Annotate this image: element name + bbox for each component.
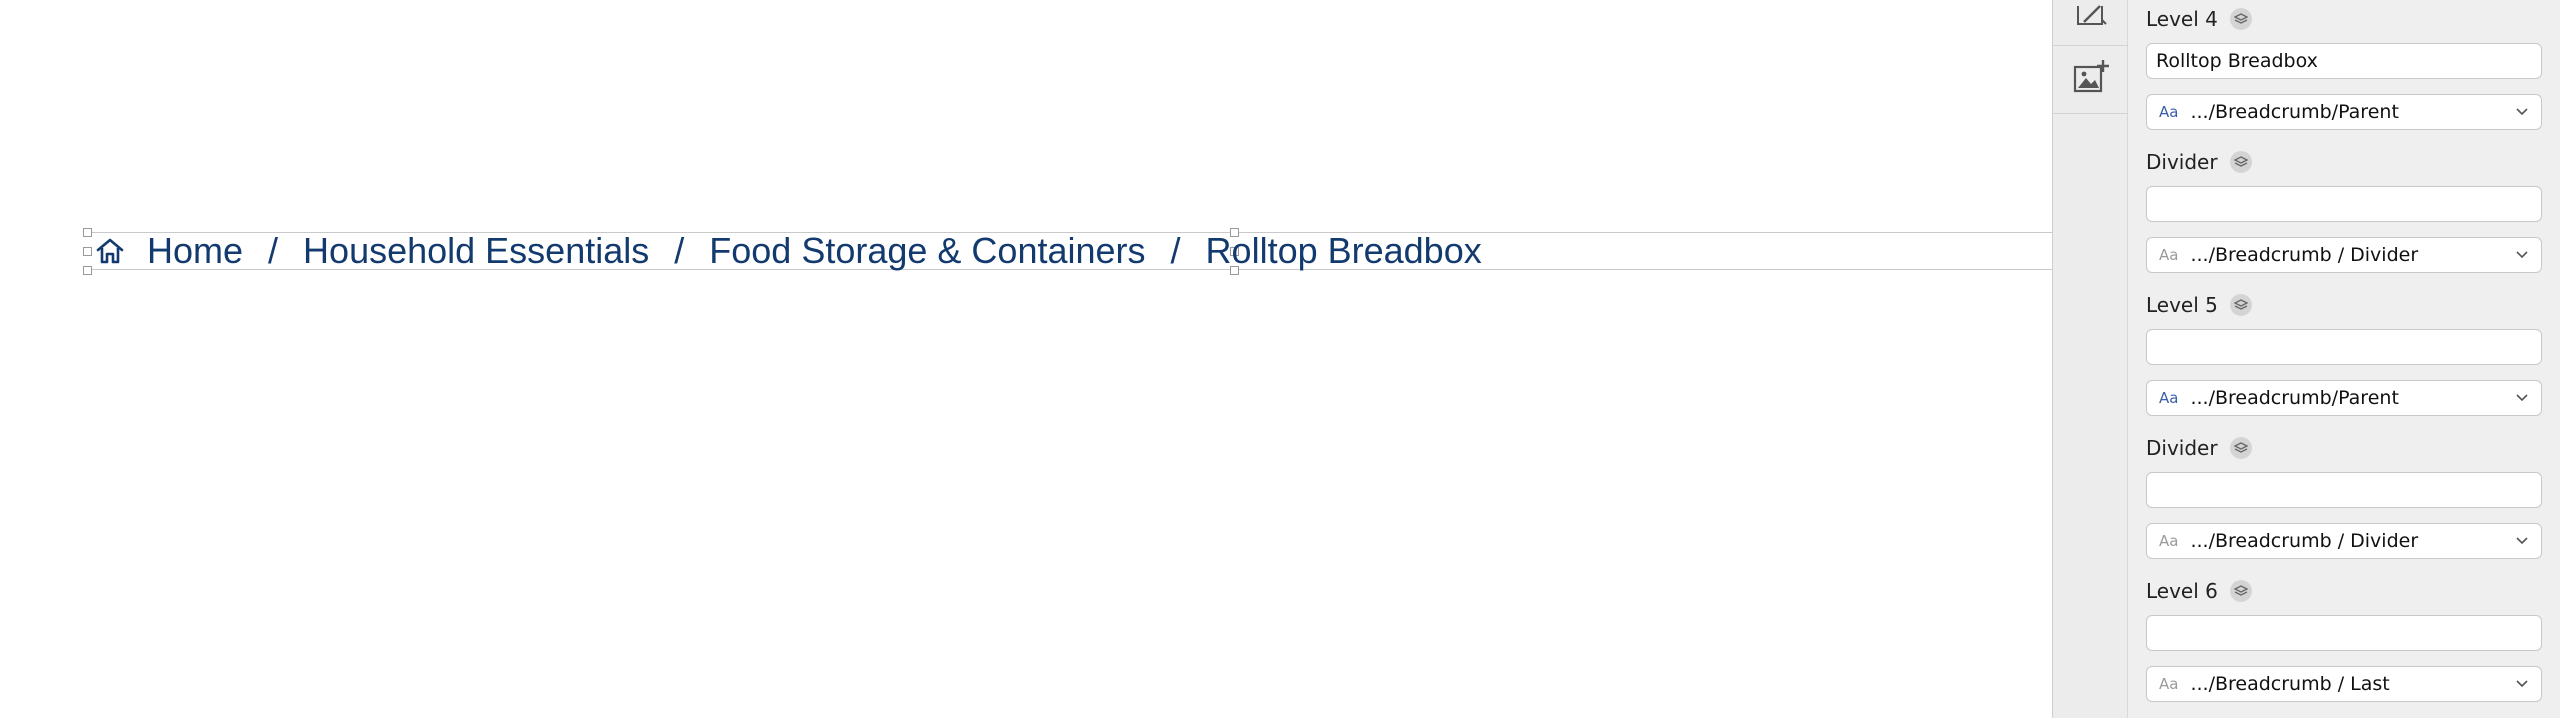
divider-1-style-select[interactable]: Aa .../Breadcrumb / Divider bbox=[2146, 237, 2542, 273]
chevron-down-icon bbox=[2515, 677, 2529, 691]
level-6-label: Level 6 bbox=[2146, 579, 2252, 603]
divider-1-label: Divider bbox=[2146, 150, 2252, 174]
text-style-icon: Aa bbox=[2159, 103, 2179, 121]
resize-handle-bottom-left[interactable] bbox=[83, 266, 92, 275]
layers-icon[interactable] bbox=[2229, 8, 2252, 30]
layers-icon[interactable] bbox=[2229, 437, 2252, 459]
style-select-value: .../Breadcrumb/Parent bbox=[2190, 387, 2399, 409]
design-canvas[interactable]: Home / Household Essentials / Food Stora… bbox=[0, 0, 2052, 718]
chevron-down-icon bbox=[2515, 105, 2529, 119]
text-style-icon: Aa bbox=[2159, 246, 2179, 264]
row-label: Level 6 bbox=[2146, 579, 2218, 603]
breadcrumb-separator: / bbox=[1170, 230, 1181, 271]
breadcrumb-separator: / bbox=[268, 230, 279, 271]
layers-icon[interactable] bbox=[2229, 580, 2252, 602]
home-icon[interactable] bbox=[95, 236, 125, 266]
level-4-label: Level 4 bbox=[2146, 7, 2252, 31]
style-select-value: .../Breadcrumb / Last bbox=[2190, 673, 2390, 695]
breadcrumb-item-current[interactable]: Rolltop Breadbox bbox=[1206, 230, 1482, 272]
divider-2-text-field[interactable] bbox=[2146, 472, 2542, 508]
edit-image-icon bbox=[2074, 4, 2108, 33]
chevron-down-icon bbox=[2515, 391, 2529, 405]
breadcrumb-separator: / bbox=[674, 230, 685, 271]
level-6-text-field[interactable] bbox=[2146, 615, 2542, 651]
resize-handle-top-left[interactable] bbox=[83, 228, 92, 237]
divider-2-style-select[interactable]: Aa .../Breadcrumb / Divider bbox=[2146, 523, 2542, 559]
resize-handle-mid-left[interactable] bbox=[83, 247, 92, 256]
text-style-icon: Aa bbox=[2159, 532, 2179, 550]
edit-image-button[interactable] bbox=[2053, 0, 2129, 46]
breadcrumb-item-household-essentials[interactable]: Household Essentials bbox=[303, 230, 649, 272]
breadcrumb[interactable]: Home / Household Essentials / Food Stora… bbox=[95, 230, 1482, 272]
text-style-icon: Aa bbox=[2159, 675, 2179, 693]
style-select-value: .../Breadcrumb/Parent bbox=[2190, 101, 2399, 123]
level-5-text-field[interactable] bbox=[2146, 329, 2542, 365]
style-select-value: .../Breadcrumb / Divider bbox=[2190, 530, 2419, 552]
level-5-style-select[interactable]: Aa .../Breadcrumb/Parent bbox=[2146, 380, 2542, 416]
properties-panel: Level 4 Rolltop Breadbox Aa .../Breadcru… bbox=[2128, 0, 2560, 718]
breadcrumb-item-home[interactable]: Home bbox=[147, 230, 243, 272]
row-label: Divider bbox=[2146, 150, 2218, 174]
level-4-style-select[interactable]: Aa .../Breadcrumb/Parent bbox=[2146, 94, 2542, 130]
text-style-icon: Aa bbox=[2159, 389, 2179, 407]
layers-icon[interactable] bbox=[2229, 294, 2252, 316]
row-label: Level 4 bbox=[2146, 7, 2218, 31]
chevron-down-icon bbox=[2515, 248, 2529, 262]
level-6-style-select[interactable]: Aa .../Breadcrumb / Last bbox=[2146, 666, 2542, 702]
style-select-value: .../Breadcrumb / Divider bbox=[2190, 244, 2419, 266]
level-4-text-field[interactable]: Rolltop Breadbox bbox=[2146, 43, 2542, 79]
add-image-icon bbox=[2072, 58, 2110, 101]
row-label: Divider bbox=[2146, 436, 2218, 460]
divider-2-label: Divider bbox=[2146, 436, 2252, 460]
divider-1-text-field[interactable] bbox=[2146, 186, 2542, 222]
breadcrumb-item-food-storage[interactable]: Food Storage & Containers bbox=[709, 230, 1145, 272]
chevron-down-icon bbox=[2515, 534, 2529, 548]
add-image-button[interactable] bbox=[2053, 46, 2129, 114]
row-label: Level 5 bbox=[2146, 293, 2218, 317]
level-5-label: Level 5 bbox=[2146, 293, 2252, 317]
layers-icon[interactable] bbox=[2229, 151, 2252, 173]
tool-strip bbox=[2052, 0, 2129, 718]
